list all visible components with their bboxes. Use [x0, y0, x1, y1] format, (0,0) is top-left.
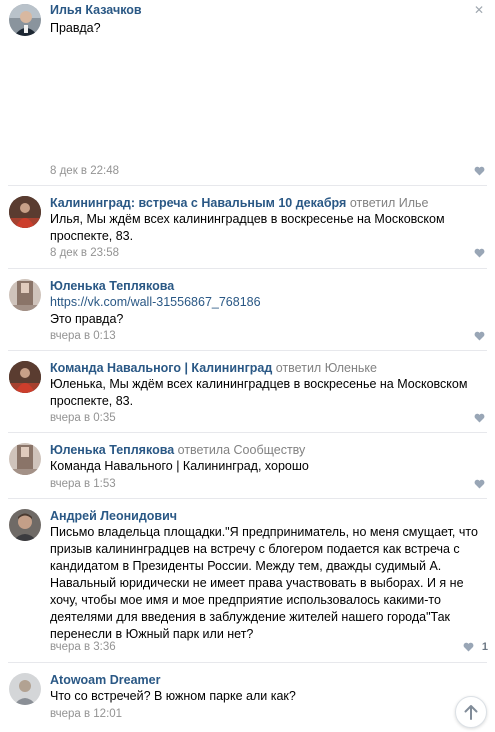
- post-link[interactable]: https://vk.com/wall-31556867_768186: [50, 295, 261, 309]
- divider: [8, 662, 487, 663]
- scroll-up-button[interactable]: [455, 696, 487, 728]
- heart-icon[interactable]: [463, 642, 474, 652]
- like-count[interactable]: 1: [482, 641, 488, 653]
- comment-header: Илья Казачков: [50, 3, 142, 18]
- heart-icon[interactable]: [474, 248, 485, 258]
- arrow-up-icon: [464, 705, 478, 720]
- comment-text: Что со встречей? В южном парке али как?: [50, 689, 296, 703]
- comment-header: Калининград: встреча с Навальным 10 дека…: [50, 196, 428, 211]
- avatar[interactable]: [9, 673, 41, 705]
- avatar[interactable]: [9, 443, 41, 475]
- divider: [8, 350, 487, 351]
- comment-text: Правда?: [50, 21, 101, 35]
- author-link[interactable]: Atowoam Dreamer: [50, 673, 160, 687]
- divider: [8, 498, 487, 499]
- heart-icon[interactable]: [474, 413, 485, 423]
- comment-text: Юленька, Мы ждём всех калининградцев в в…: [50, 377, 468, 408]
- author-link[interactable]: Андрей Леонидович: [50, 509, 177, 523]
- comment-header: Юленька Теплякова ответила Сообществу: [50, 443, 305, 458]
- heart-icon[interactable]: [474, 479, 485, 489]
- avatar[interactable]: [9, 279, 41, 311]
- avatar[interactable]: [9, 4, 41, 36]
- comment-header: Atowoam Dreamer: [50, 673, 160, 688]
- heart-icon[interactable]: [474, 166, 485, 176]
- comment-date[interactable]: вчера в 0:35: [50, 411, 116, 425]
- comment-text: Письмо владельца площадки."Я предпринима…: [50, 525, 478, 641]
- divider: [8, 432, 487, 433]
- author-link[interactable]: Команда Навального | Калининград: [50, 361, 272, 375]
- avatar[interactable]: [9, 509, 41, 541]
- reply-to-label[interactable]: ответила Сообществу: [178, 443, 306, 457]
- comment-date[interactable]: вчера в 0:13: [50, 329, 116, 343]
- comment-text: https://vk.com/wall-31556867_768186 Это …: [50, 294, 480, 328]
- avatar[interactable]: [9, 196, 41, 228]
- comment-header: Юленька Теплякова: [50, 279, 174, 294]
- author-link[interactable]: Юленька Теплякова: [50, 279, 174, 293]
- comment-date[interactable]: вчера в 12:01: [50, 707, 122, 721]
- heart-icon[interactable]: [474, 331, 485, 341]
- close-icon[interactable]: ✕: [474, 4, 484, 16]
- comment-date[interactable]: 8 дек в 22:48: [50, 164, 119, 178]
- author-link[interactable]: Калининград: встреча с Навальным 10 дека…: [50, 196, 346, 210]
- comment-text: Команда Навального | Калининград, хорошо: [50, 459, 309, 473]
- author-link[interactable]: Юленька Теплякова: [50, 443, 174, 457]
- comment-date[interactable]: вчера в 3:36: [50, 640, 116, 654]
- comment-text-body: Это правда?: [50, 312, 124, 326]
- avatar[interactable]: [9, 361, 41, 393]
- comment-date[interactable]: вчера в 1:53: [50, 477, 116, 491]
- comment-date[interactable]: 8 дек в 23:58: [50, 246, 119, 260]
- divider: [8, 185, 487, 186]
- comment-header: Андрей Леонидович: [50, 509, 177, 524]
- divider: [8, 268, 487, 269]
- comment-text: Илья, Мы ждём всех калининградцев в воск…: [50, 212, 445, 243]
- author-link[interactable]: Илья Казачков: [50, 3, 142, 17]
- reply-to-label[interactable]: ответил Илье: [350, 196, 429, 210]
- reply-to-label[interactable]: ответил Юленьке: [276, 361, 377, 375]
- comment-header: Команда Навального | Калининград ответил…: [50, 361, 377, 376]
